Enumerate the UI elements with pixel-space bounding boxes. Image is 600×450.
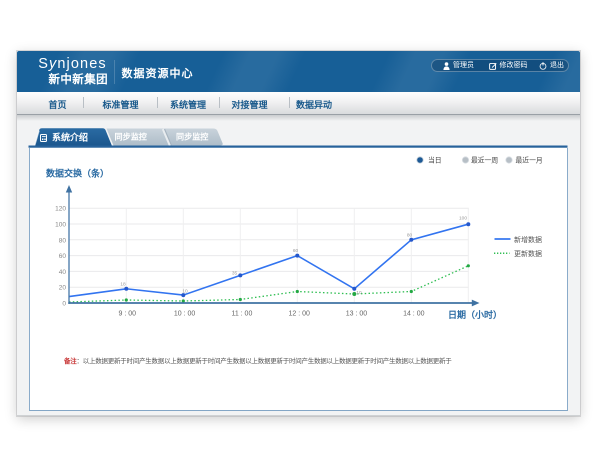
svg-text:18: 18 [120, 281, 126, 287]
svg-text:更新数据: 更新数据 [514, 249, 542, 258]
svg-text:40: 40 [59, 269, 67, 276]
svg-text:新增数据: 新增数据 [514, 235, 542, 244]
svg-text:60: 60 [59, 253, 67, 260]
svg-text:80: 80 [407, 232, 413, 238]
svg-text:11 : 00: 11 : 00 [231, 311, 252, 318]
svg-text:9 : 00: 9 : 00 [119, 311, 137, 318]
svg-text:0: 0 [62, 301, 66, 308]
svg-text:120: 120 [55, 206, 66, 213]
svg-text:10: 10 [182, 289, 188, 295]
svg-text:13 : 00: 13 : 00 [346, 311, 368, 318]
svg-text:10 : 00: 10 : 00 [174, 311, 196, 318]
svg-text:10: 10 [356, 290, 362, 296]
svg-text:同步监控: 同步监控 [115, 132, 147, 142]
svg-text:20: 20 [59, 285, 67, 292]
svg-text:最近一周: 最近一周 [471, 156, 498, 165]
svg-text:100: 100 [459, 216, 467, 222]
svg-text:80: 80 [59, 237, 67, 244]
svg-text:35: 35 [232, 271, 238, 277]
svg-text:100: 100 [55, 222, 66, 229]
svg-text:日期（小时）: 日期（小时） [448, 309, 502, 320]
svg-text:14 : 00: 14 : 00 [403, 311, 425, 318]
svg-text:系统介绍: 系统介绍 [52, 132, 88, 143]
svg-text:当日: 当日 [428, 156, 442, 165]
svg-text:最近一月: 最近一月 [516, 156, 543, 165]
svg-text:数据交换（条）: 数据交换（条） [46, 168, 109, 179]
svg-text:同步监控: 同步监控 [176, 132, 208, 142]
svg-text:12 : 00: 12 : 00 [288, 311, 310, 318]
svg-text:60: 60 [293, 248, 299, 254]
